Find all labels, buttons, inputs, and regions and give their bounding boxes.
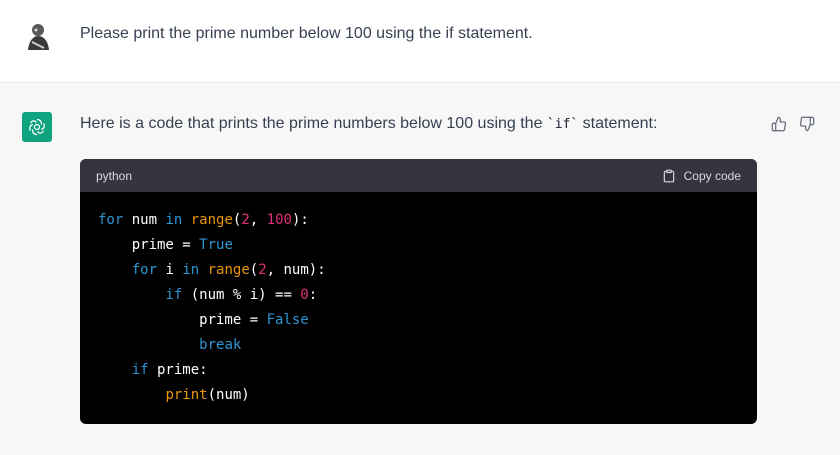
code-language-label: python bbox=[96, 168, 133, 183]
code-token: range bbox=[190, 212, 233, 228]
assistant-message-row: Here is a code that prints the prime num… bbox=[0, 83, 840, 455]
code-block-header: python Copy code bbox=[80, 159, 757, 192]
code-token: prime: bbox=[148, 362, 208, 378]
assistant-intro-text: Here is a code that prints the prime num… bbox=[80, 114, 657, 135]
code-token: , num): bbox=[266, 262, 326, 278]
copy-code-label: Copy code bbox=[683, 168, 741, 183]
code-token: if bbox=[165, 287, 183, 303]
code-token: , bbox=[249, 212, 267, 228]
code-token: 100 bbox=[266, 212, 292, 228]
clipboard-icon bbox=[663, 169, 674, 182]
code-token: prime = bbox=[98, 312, 267, 328]
code-token: : bbox=[308, 287, 318, 303]
code-token: for bbox=[98, 212, 124, 228]
assistant-intro-before: Here is a code that prints the prime num… bbox=[80, 115, 547, 132]
user-message-row: Please print the prime number below 100 … bbox=[0, 0, 840, 83]
code-token: 2 bbox=[258, 262, 267, 278]
code-token: in bbox=[165, 212, 183, 228]
code-token: ( bbox=[249, 262, 259, 278]
code-token: print bbox=[165, 387, 208, 403]
code-token: prime = bbox=[98, 237, 200, 253]
code-token: False bbox=[266, 312, 309, 328]
code-line: print(num) bbox=[98, 383, 739, 408]
code-token: range bbox=[207, 262, 250, 278]
code-line: for i in range(2, num): bbox=[98, 258, 739, 283]
code-token: in bbox=[182, 262, 200, 278]
code-token: num bbox=[123, 212, 166, 228]
assistant-intro-after: statement: bbox=[578, 115, 658, 132]
code-line: if prime: bbox=[98, 358, 739, 383]
inline-code-if: `if` bbox=[546, 117, 579, 132]
code-block: python Copy code for num in range(2, 100… bbox=[80, 159, 757, 424]
code-token: i bbox=[157, 262, 183, 278]
thumbs-up-icon[interactable] bbox=[768, 113, 790, 135]
code-token: break bbox=[199, 337, 242, 353]
code-token: ): bbox=[291, 212, 309, 228]
code-token: True bbox=[199, 237, 233, 253]
copy-code-button[interactable]: Copy code bbox=[662, 169, 741, 183]
user-message-text: Please print the prime number below 100 … bbox=[80, 25, 533, 42]
code-content: for num in range(2, 100): prime = True f… bbox=[80, 192, 757, 408]
code-token: for bbox=[131, 262, 158, 278]
code-line: break bbox=[98, 333, 739, 358]
openai-logo-icon bbox=[22, 112, 52, 142]
code-token: 2 bbox=[241, 212, 250, 228]
code-line: if (num % i) == 0: bbox=[98, 283, 739, 308]
code-line: for num in range(2, 100): bbox=[98, 208, 739, 233]
code-line: prime = True bbox=[98, 233, 739, 258]
code-token: (num) bbox=[207, 387, 250, 403]
code-token: if bbox=[131, 362, 149, 378]
code-line: prime = False bbox=[98, 308, 739, 333]
user-avatar bbox=[22, 20, 54, 52]
thumbs-down-icon[interactable] bbox=[796, 113, 818, 135]
code-token: 0 bbox=[300, 287, 309, 303]
code-token: (num % i) == bbox=[182, 287, 301, 303]
